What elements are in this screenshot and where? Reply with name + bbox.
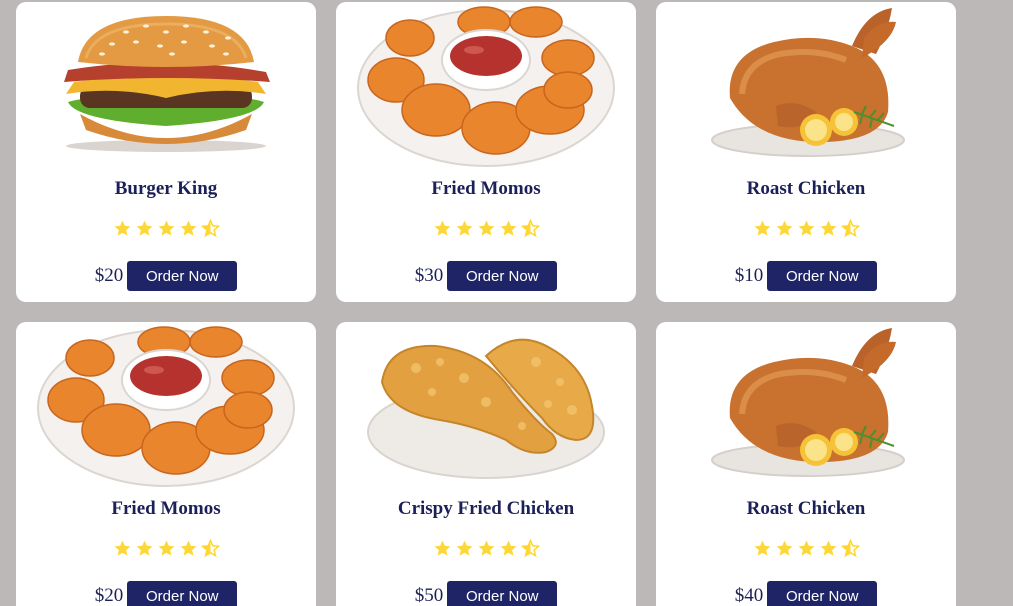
menu-card: Fried Momos $30 Order Now	[336, 2, 636, 302]
star-half-icon	[840, 539, 860, 558]
star-full-icon	[114, 540, 130, 556]
menu-card: Burger King $20 Order Now	[16, 2, 316, 302]
price-row: $40 Order Now	[656, 581, 956, 606]
star-full-icon	[754, 220, 770, 236]
star-full-icon	[158, 540, 174, 556]
star-rating	[16, 219, 316, 241]
star-full-icon	[434, 220, 450, 236]
star-full-icon	[180, 220, 196, 236]
star-rating	[336, 539, 636, 561]
star-rating	[656, 219, 956, 241]
burger-image	[16, 2, 316, 170]
menu-card: Roast Chicken $10 Order Now	[656, 2, 956, 302]
star-full-icon	[820, 220, 836, 236]
nuggets-image	[336, 2, 636, 170]
star-full-icon	[754, 540, 770, 556]
item-title: Crispy Fried Chicken	[397, 498, 575, 519]
star-full-icon	[456, 540, 472, 556]
star-half-icon	[840, 219, 860, 238]
star-full-icon	[478, 540, 494, 556]
star-full-icon	[434, 540, 450, 556]
item-title: Burger King	[114, 178, 218, 199]
star-half-icon	[520, 539, 540, 558]
star-full-icon	[500, 220, 516, 236]
star-full-icon	[776, 540, 792, 556]
order-now-button[interactable]: Order Now	[127, 261, 238, 291]
order-now-button[interactable]: Order Now	[127, 581, 238, 606]
order-now-button[interactable]: Order Now	[447, 581, 558, 606]
star-full-icon	[798, 540, 814, 556]
roast-chicken-image	[656, 322, 956, 490]
price-row: $50 Order Now	[336, 581, 636, 606]
star-half-icon	[520, 219, 540, 238]
menu-card: Roast Chicken $40 Order Now	[656, 322, 956, 606]
star-full-icon	[820, 540, 836, 556]
price-row: $20 Order Now	[16, 581, 316, 606]
star-rating	[336, 219, 636, 241]
item-price: $40	[734, 585, 764, 606]
item-price: $30	[414, 265, 444, 286]
star-full-icon	[136, 540, 152, 556]
star-full-icon	[456, 220, 472, 236]
item-title: Roast Chicken	[746, 178, 866, 199]
fried-chicken-image	[336, 322, 636, 490]
star-half-icon	[200, 539, 220, 558]
price-row: $20 Order Now	[16, 261, 316, 291]
item-title: Roast Chicken	[746, 498, 866, 519]
item-price: $50	[414, 585, 444, 606]
order-now-button[interactable]: Order Now	[767, 581, 878, 606]
star-full-icon	[158, 220, 174, 236]
star-full-icon	[500, 540, 516, 556]
price-row: $30 Order Now	[336, 261, 636, 291]
star-rating	[16, 539, 316, 561]
star-full-icon	[180, 540, 196, 556]
star-full-icon	[114, 220, 130, 236]
price-row: $10 Order Now	[656, 261, 956, 291]
menu-grid: Burger King $20 Order Now Fried Momos $3…	[0, 0, 1013, 606]
star-full-icon	[478, 220, 494, 236]
menu-card: Fried Momos $20 Order Now	[16, 322, 316, 606]
item-price: $20	[94, 265, 124, 286]
star-full-icon	[776, 220, 792, 236]
item-title: Fried Momos	[431, 178, 541, 199]
item-price: $20	[94, 585, 124, 606]
order-now-button[interactable]: Order Now	[447, 261, 558, 291]
roast-chicken-image	[656, 2, 956, 170]
item-title: Fried Momos	[111, 498, 221, 519]
star-full-icon	[136, 220, 152, 236]
nuggets-image	[16, 322, 316, 490]
star-full-icon	[798, 220, 814, 236]
item-price: $10	[734, 265, 764, 286]
star-rating	[656, 539, 956, 561]
order-now-button[interactable]: Order Now	[767, 261, 878, 291]
menu-card: Crispy Fried Chicken $50 Order Now	[336, 322, 636, 606]
star-half-icon	[200, 219, 220, 238]
